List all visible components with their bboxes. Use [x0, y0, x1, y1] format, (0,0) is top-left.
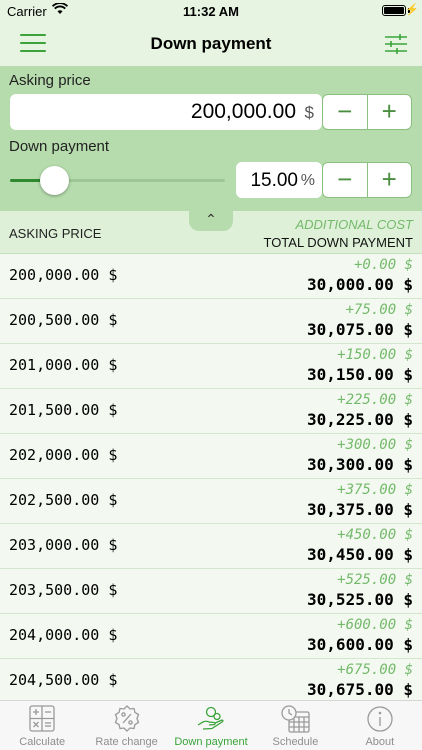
asking-price-plus-button[interactable]: + — [368, 95, 412, 129]
table-row[interactable]: 201,000.00 $ +150.00 $ 30,150.00 $ — [0, 344, 422, 389]
down-payment-percent-value: 15.00 — [250, 170, 298, 191]
table-row[interactable]: 203,500.00 $ +525.00 $ 30,525.00 $ — [0, 569, 422, 614]
row-asking-price: 201,500.00 $ — [9, 401, 118, 419]
row-asking-price: 204,000.00 $ — [9, 626, 118, 644]
row-total-down-payment: 30,000.00 $ — [307, 275, 413, 294]
percent-unit: % — [300, 172, 315, 189]
page-title: Down payment — [150, 34, 272, 53]
asking-price-stepper[interactable]: − + — [322, 94, 412, 130]
row-total-down-payment: 30,150.00 $ — [307, 365, 413, 384]
tab-down-payment[interactable]: Down payment — [169, 701, 253, 750]
row-additional-cost: +75.00 $ — [345, 302, 413, 318]
hand-coins-icon — [197, 706, 224, 730]
down-payment-percent-field[interactable]: 15.00 % — [236, 162, 322, 198]
status-bar: Carrier 11:32 AM ⚡ — [0, 0, 422, 22]
sliders-icon[interactable] — [384, 32, 408, 56]
table-row[interactable]: 201,500.00 $ +225.00 $ 30,225.00 $ — [0, 389, 422, 434]
info-icon — [367, 706, 393, 732]
down-payment-plus-button[interactable]: + — [368, 163, 412, 197]
row-asking-price: 203,500.00 $ — [9, 581, 118, 599]
row-asking-price: 200,500.00 $ — [9, 311, 118, 329]
row-total-down-payment: 30,375.00 $ — [307, 500, 413, 519]
row-additional-cost: +150.00 $ — [337, 347, 413, 363]
collapse-chevron-icon[interactable]: ⌃ — [189, 211, 233, 231]
row-asking-price: 201,000.00 $ — [9, 356, 118, 374]
row-total-down-payment: 30,675.00 $ — [307, 680, 413, 699]
currency-unit: $ — [304, 103, 314, 122]
table-row[interactable]: 202,500.00 $ +375.00 $ 30,375.00 $ — [0, 479, 422, 524]
row-total-down-payment: 30,600.00 $ — [307, 635, 413, 654]
row-total-down-payment: 30,300.00 $ — [307, 455, 413, 474]
down-payment-slider-thumb[interactable] — [39, 166, 69, 195]
table-row[interactable]: 200,000.00 $ +0.00 $ 30,000.00 $ — [0, 254, 422, 299]
tab-schedule-label: Schedule — [272, 736, 319, 748]
table-row[interactable]: 204,000.00 $ +600.00 $ 30,600.00 $ — [0, 614, 422, 659]
tab-rate-change[interactable]: Rate change — [84, 701, 168, 750]
clock: 11:32 AM — [183, 4, 239, 19]
asking-price-field[interactable]: 200,000.00 $ — [10, 94, 322, 130]
row-additional-cost: +375.00 $ — [337, 482, 413, 498]
tab-schedule[interactable]: Schedule — [253, 701, 337, 750]
row-total-down-payment: 30,225.00 $ — [307, 410, 413, 429]
down-payment-minus-button[interactable]: − — [323, 163, 368, 197]
asking-price-label: Asking price — [9, 72, 91, 89]
row-asking-price: 202,000.00 $ — [9, 446, 118, 464]
tab-rate-change-label: Rate change — [95, 736, 158, 748]
row-additional-cost: +0.00 $ — [353, 257, 413, 273]
asking-price-minus-button[interactable]: − — [323, 95, 368, 129]
table-row[interactable]: 204,500.00 $ +675.00 $ 30,675.00 $ — [0, 659, 422, 704]
asking-price-value: 200,000.00 — [190, 100, 296, 123]
tab-calculate[interactable]: Calculate — [0, 701, 84, 750]
row-total-down-payment: 30,525.00 $ — [307, 590, 413, 609]
tab-about-label: About — [365, 736, 395, 748]
tab-calculate-label: Calculate — [19, 736, 66, 748]
tab-down-payment-label: Down payment — [174, 736, 248, 748]
row-total-down-payment: 30,075.00 $ — [307, 320, 413, 339]
row-additional-cost: +525.00 $ — [337, 572, 413, 588]
row-additional-cost: +225.00 $ — [337, 392, 413, 408]
table-row[interactable]: 200,500.00 $ +75.00 $ 30,075.00 $ — [0, 299, 422, 344]
row-additional-cost: +675.00 $ — [337, 662, 413, 678]
total-down-payment-column-header: TOTAL DOWN PAYMENT — [263, 235, 413, 250]
input-panel: Asking price 200,000.00 $ − + Down payme… — [0, 66, 422, 211]
row-additional-cost: +450.00 $ — [337, 527, 413, 543]
calculator-icon — [29, 705, 55, 732]
battery-icon — [382, 5, 406, 16]
charging-icon: ⚡ — [405, 4, 419, 16]
calendar-clock-icon — [281, 705, 311, 733]
results-list: 200,000.00 $ +0.00 $ 30,000.00 $ 200,500.00… — [0, 254, 422, 704]
row-additional-cost: +600.00 $ — [337, 617, 413, 633]
table-row[interactable]: 202,000.00 $ +300.00 $ 30,300.00 $ — [0, 434, 422, 479]
asking-price-column-header: ASKING PRICE — [9, 226, 102, 241]
down-payment-label: Down payment — [9, 138, 110, 155]
row-asking-price: 202,500.00 $ — [9, 491, 118, 509]
down-payment-stepper[interactable]: − + — [322, 162, 412, 198]
row-asking-price: 203,000.00 $ — [9, 536, 118, 554]
tab-bar: Calculate Rate change Down payment Sched… — [0, 700, 422, 750]
row-asking-price: 200,000.00 $ — [9, 266, 118, 284]
table-row[interactable]: 203,000.00 $ +450.00 $ 30,450.00 $ — [0, 524, 422, 569]
navigation-bar: Down payment — [0, 22, 422, 66]
additional-cost-column-header: ADDITIONAL COST — [295, 217, 413, 232]
percent-badge-icon — [114, 705, 139, 732]
row-total-down-payment: 30,450.00 $ — [307, 545, 413, 564]
row-additional-cost: +300.00 $ — [337, 437, 413, 453]
tab-about[interactable]: About — [338, 701, 422, 750]
row-asking-price: 204,500.00 $ — [9, 671, 118, 689]
